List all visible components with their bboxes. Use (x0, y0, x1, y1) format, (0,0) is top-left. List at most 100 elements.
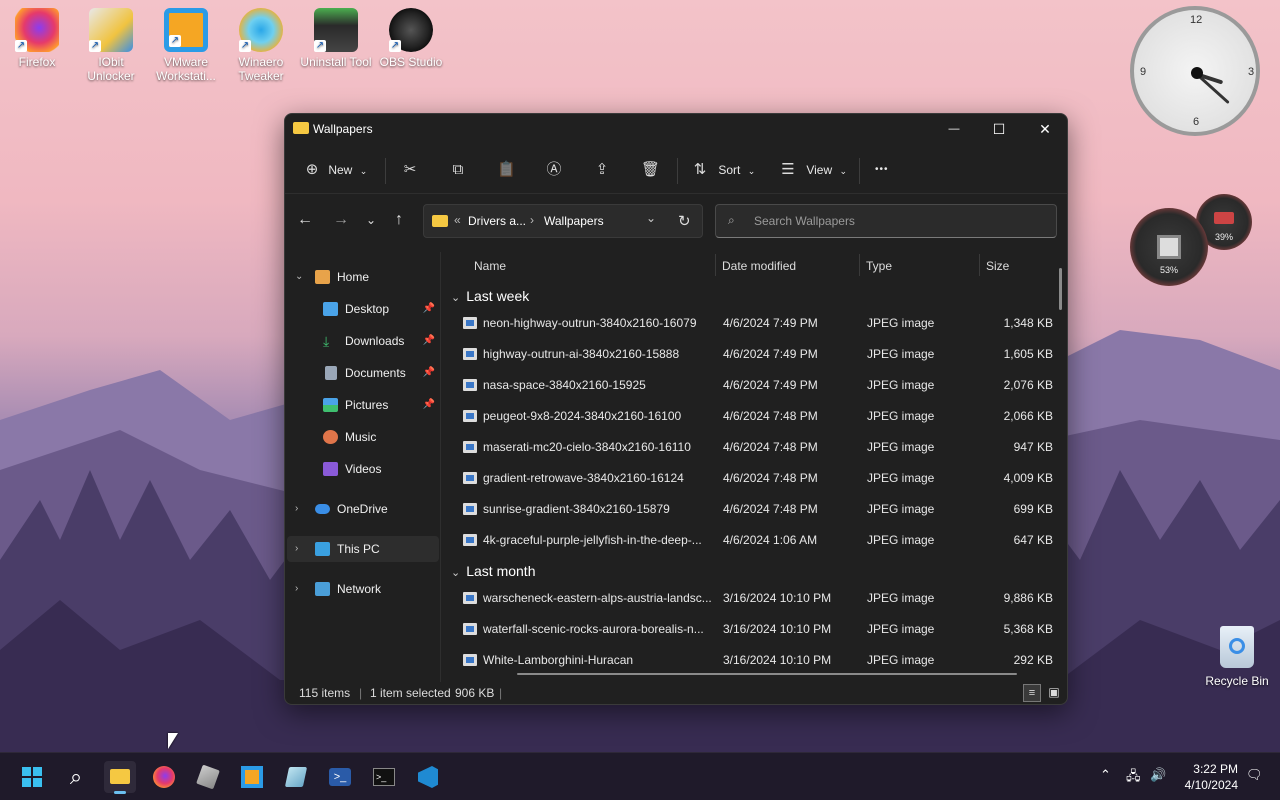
taskbar-powershell[interactable]: >_ (324, 761, 356, 793)
tiles-view-button[interactable]: ▣ (1045, 684, 1063, 702)
file-type: JPEG image (867, 622, 935, 636)
delete-button[interactable]: 🗑 (641, 158, 660, 182)
maximize-button[interactable]: ☐ (984, 118, 1014, 140)
share-button[interactable]: ⇪ (593, 158, 611, 182)
sidebar-item-downloads[interactable]: ⤓ Downloads 📌 (287, 328, 439, 354)
start-button[interactable] (16, 761, 48, 793)
sidebar-item-videos[interactable]: Videos (287, 456, 439, 482)
search-box[interactable]: ⌕ Search Wallpapers (715, 204, 1057, 238)
chevron-down-icon: ⌄ (295, 271, 304, 282)
file-type: JPEG image (867, 653, 935, 667)
minimize-button[interactable]: — (939, 118, 969, 140)
taskbar-firefox[interactable] (148, 761, 180, 793)
file-row[interactable]: nasa-space-3840x2160-15925 4/6/2024 7:49 … (443, 370, 1059, 400)
windows-logo-icon (22, 767, 42, 787)
file-name: gradient-retrowave-3840x2160-16124 (483, 471, 684, 485)
network-status-icon[interactable]: 🖧 (1126, 767, 1141, 789)
taskbar-vmware[interactable] (236, 761, 268, 793)
sort-button[interactable]: ⇅ Sort ⌄ (691, 158, 756, 182)
file-row[interactable]: 4k-graceful-purple-jellyfish-in-the-deep… (443, 525, 1059, 555)
sidebar-item-onedrive[interactable]: › OneDrive (287, 496, 439, 522)
horizontal-scrollbar[interactable] (517, 673, 1017, 675)
notification-icon[interactable]: 🗨 (1246, 767, 1263, 783)
sidebar-item-music[interactable]: Music (287, 424, 439, 450)
music-icon (323, 430, 338, 444)
group-header-last-week[interactable]: ⌄ Last week (451, 288, 529, 304)
taskbar-clock[interactable]: 3:22 PM 4/10/2024 (1178, 761, 1238, 793)
cpu-gauge[interactable]: 53% (1130, 208, 1208, 286)
back-button[interactable]: ← (293, 208, 317, 232)
breadcrumb-drivers[interactable]: Drivers a... (468, 214, 526, 228)
sort-label: Sort (718, 163, 741, 177)
column-header-size[interactable]: Size (986, 252, 1009, 280)
file-date: 3/16/2024 10:10 PM (723, 591, 832, 605)
taskbar-app-tools[interactable] (192, 761, 224, 793)
taskbar-terminal[interactable]: >_ (368, 761, 400, 793)
taskbar-file-explorer[interactable] (104, 761, 136, 794)
copy-button[interactable]: ⧉ (449, 158, 467, 182)
desktop-icon-obs-studio[interactable]: ↗ OBS Studio (374, 8, 448, 69)
address-dropdown-button[interactable]: ⌄ (646, 211, 656, 225)
sidebar-item-this-pc[interactable]: › This PC (287, 536, 439, 562)
desktop-icon-winaero-tweaker[interactable]: ↗ Winaero Tweaker (224, 8, 298, 83)
taskbar-vscode[interactable] (412, 761, 444, 793)
file-explorer-window[interactable]: Wallpapers — ☐ ✕ ⊕ New ⌄ ✂ ⧉ 📋 Ⓐ ⇪ 🗑 ⇅ S… (284, 113, 1068, 705)
breadcrumb-wallpapers[interactable]: Wallpapers (544, 214, 604, 228)
breadcrumb-overflow[interactable]: « (454, 213, 461, 227)
file-row[interactable]: neon-highway-outrun-3840x2160-16079 4/6/2… (443, 308, 1059, 338)
recent-locations-button[interactable]: ⌄ (359, 208, 383, 232)
view-label: View (806, 163, 833, 177)
group-label: Last week (466, 288, 530, 304)
volume-icon[interactable]: 🔊 (1150, 767, 1166, 783)
file-row[interactable]: maserati-mc20-cielo-3840x2160-16110 4/6/2… (443, 432, 1059, 462)
desktop-icon-iobit-unlocker[interactable]: ↗ IObit Unlocker (74, 8, 148, 83)
view-button[interactable]: ☰ View ⌄ (779, 158, 847, 182)
refresh-button[interactable]: ↻ (678, 212, 691, 230)
column-header-name[interactable]: Name (474, 252, 506, 280)
pin-icon: 📌 (422, 335, 435, 346)
sidebar-item-home[interactable]: ⌄ Home (287, 264, 439, 290)
address-row: ← → ⌄ ↑ « Drivers a... › Wallpapers ⌄ ↻ … (285, 194, 1067, 250)
desktop-icon-vmware[interactable]: ↗ VMware Workstati... (149, 8, 223, 83)
paste-button[interactable]: 📋 (497, 158, 516, 182)
rename-button[interactable]: Ⓐ (545, 158, 563, 182)
sidebar-item-desktop[interactable]: Desktop 📌 (287, 296, 439, 322)
group-header-last-month[interactable]: ⌄ Last month (451, 563, 535, 579)
forward-button[interactable]: → (329, 208, 353, 232)
terminal-icon: >_ (373, 768, 395, 786)
column-header-type[interactable]: Type (866, 252, 892, 280)
sidebar-item-label: This PC (337, 542, 380, 556)
file-row[interactable]: peugeot-9x8-2024-3840x2160-16100 4/6/2024… (443, 401, 1059, 431)
file-row[interactable]: highway-outrun-ai-3840x2160-15888 4/6/202… (443, 339, 1059, 369)
vertical-scrollbar[interactable] (1059, 268, 1062, 310)
file-row[interactable]: waterfall-scenic-rocks-aurora-borealis-n… (443, 614, 1059, 644)
sidebar-item-pictures[interactable]: Pictures 📌 (287, 392, 439, 418)
clock-gadget[interactable]: 12 3 6 9 (1130, 6, 1260, 136)
more-options-button[interactable]: ••• (875, 158, 889, 182)
notes-icon (284, 767, 308, 787)
sidebar-item-network[interactable]: › Network (287, 576, 439, 602)
address-bar[interactable]: « Drivers a... › Wallpapers ⌄ ↻ (423, 204, 703, 238)
desktop-icon-uninstall-tool[interactable]: ↗ Uninstall Tool (299, 8, 373, 69)
mouse-cursor (168, 733, 178, 749)
title-bar[interactable]: Wallpapers — ☐ ✕ (285, 114, 1067, 144)
show-hidden-icons-button[interactable]: ⌃ (1100, 767, 1111, 783)
file-size: 5,368 KB (1003, 622, 1053, 636)
new-button[interactable]: ⊕ New ⌄ (303, 158, 368, 182)
desktop-icon-recycle-bin[interactable]: Recycle Bin (1205, 626, 1269, 688)
up-button[interactable]: ↑ (387, 208, 411, 232)
taskbar-app-notes[interactable] (280, 761, 312, 793)
cut-button[interactable]: ✂ (401, 158, 419, 182)
search-button[interactable]: ⌕ (60, 761, 92, 793)
file-row[interactable]: White-Lamborghini-Huracan 3/16/2024 10:10… (443, 645, 1059, 675)
file-row[interactable]: sunrise-gradient-3840x2160-15879 4/6/2024… (443, 494, 1059, 524)
details-view-button[interactable]: ≡ (1023, 684, 1041, 702)
close-button[interactable]: ✕ (1030, 118, 1060, 140)
column-header-date[interactable]: Date modified (722, 252, 796, 280)
ram-chip-icon (1214, 212, 1234, 224)
desktop-icon-firefox[interactable]: ↗ Firefox (0, 8, 74, 69)
file-row[interactable]: gradient-retrowave-3840x2160-16124 4/6/20… (443, 463, 1059, 493)
sidebar-item-documents[interactable]: Documents 📌 (287, 360, 439, 386)
file-row[interactable]: warscheneck-eastern-alps-austria-landsc.… (443, 583, 1059, 613)
file-size: 947 KB (1013, 440, 1053, 454)
